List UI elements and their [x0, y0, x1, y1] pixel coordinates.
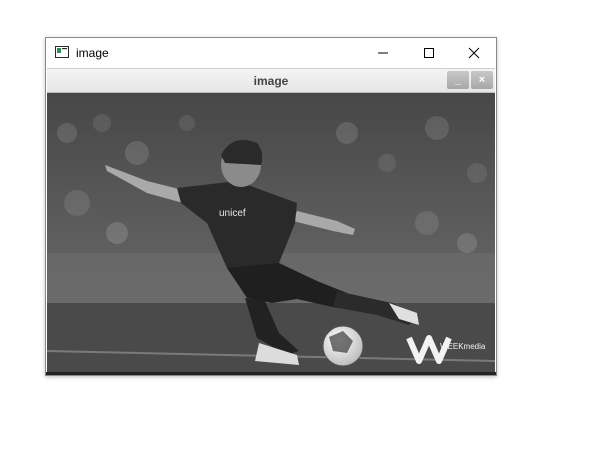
app-icon [55, 46, 69, 58]
inner-close-button[interactable]: × [471, 71, 493, 89]
image-window-title: image [253, 74, 289, 88]
window-bottom-border [46, 372, 496, 375]
grayscale-football-photo: unicef WEEKmedia [47, 93, 495, 375]
image-canvas: unicef WEEKmedia [47, 93, 495, 375]
minimize-button[interactable] [360, 38, 406, 68]
app-window: image image _ × unicef WEEKmedia [45, 37, 497, 376]
image-window-controls: _ × [447, 71, 493, 89]
football [322, 325, 364, 367]
title-bar[interactable]: image [46, 38, 496, 68]
image-window-header: image _ × [47, 68, 495, 93]
minimize-icon [378, 52, 388, 54]
inner-minimize-button[interactable]: _ [447, 71, 469, 89]
watermark-text: WEEKmedia [440, 342, 486, 351]
maximize-button[interactable] [406, 38, 452, 68]
shirt-sponsor-text: unicef [219, 208, 246, 219]
window-title: image [76, 46, 109, 60]
maximize-icon [424, 48, 434, 58]
close-button[interactable] [451, 38, 497, 68]
close-icon [468, 47, 480, 59]
